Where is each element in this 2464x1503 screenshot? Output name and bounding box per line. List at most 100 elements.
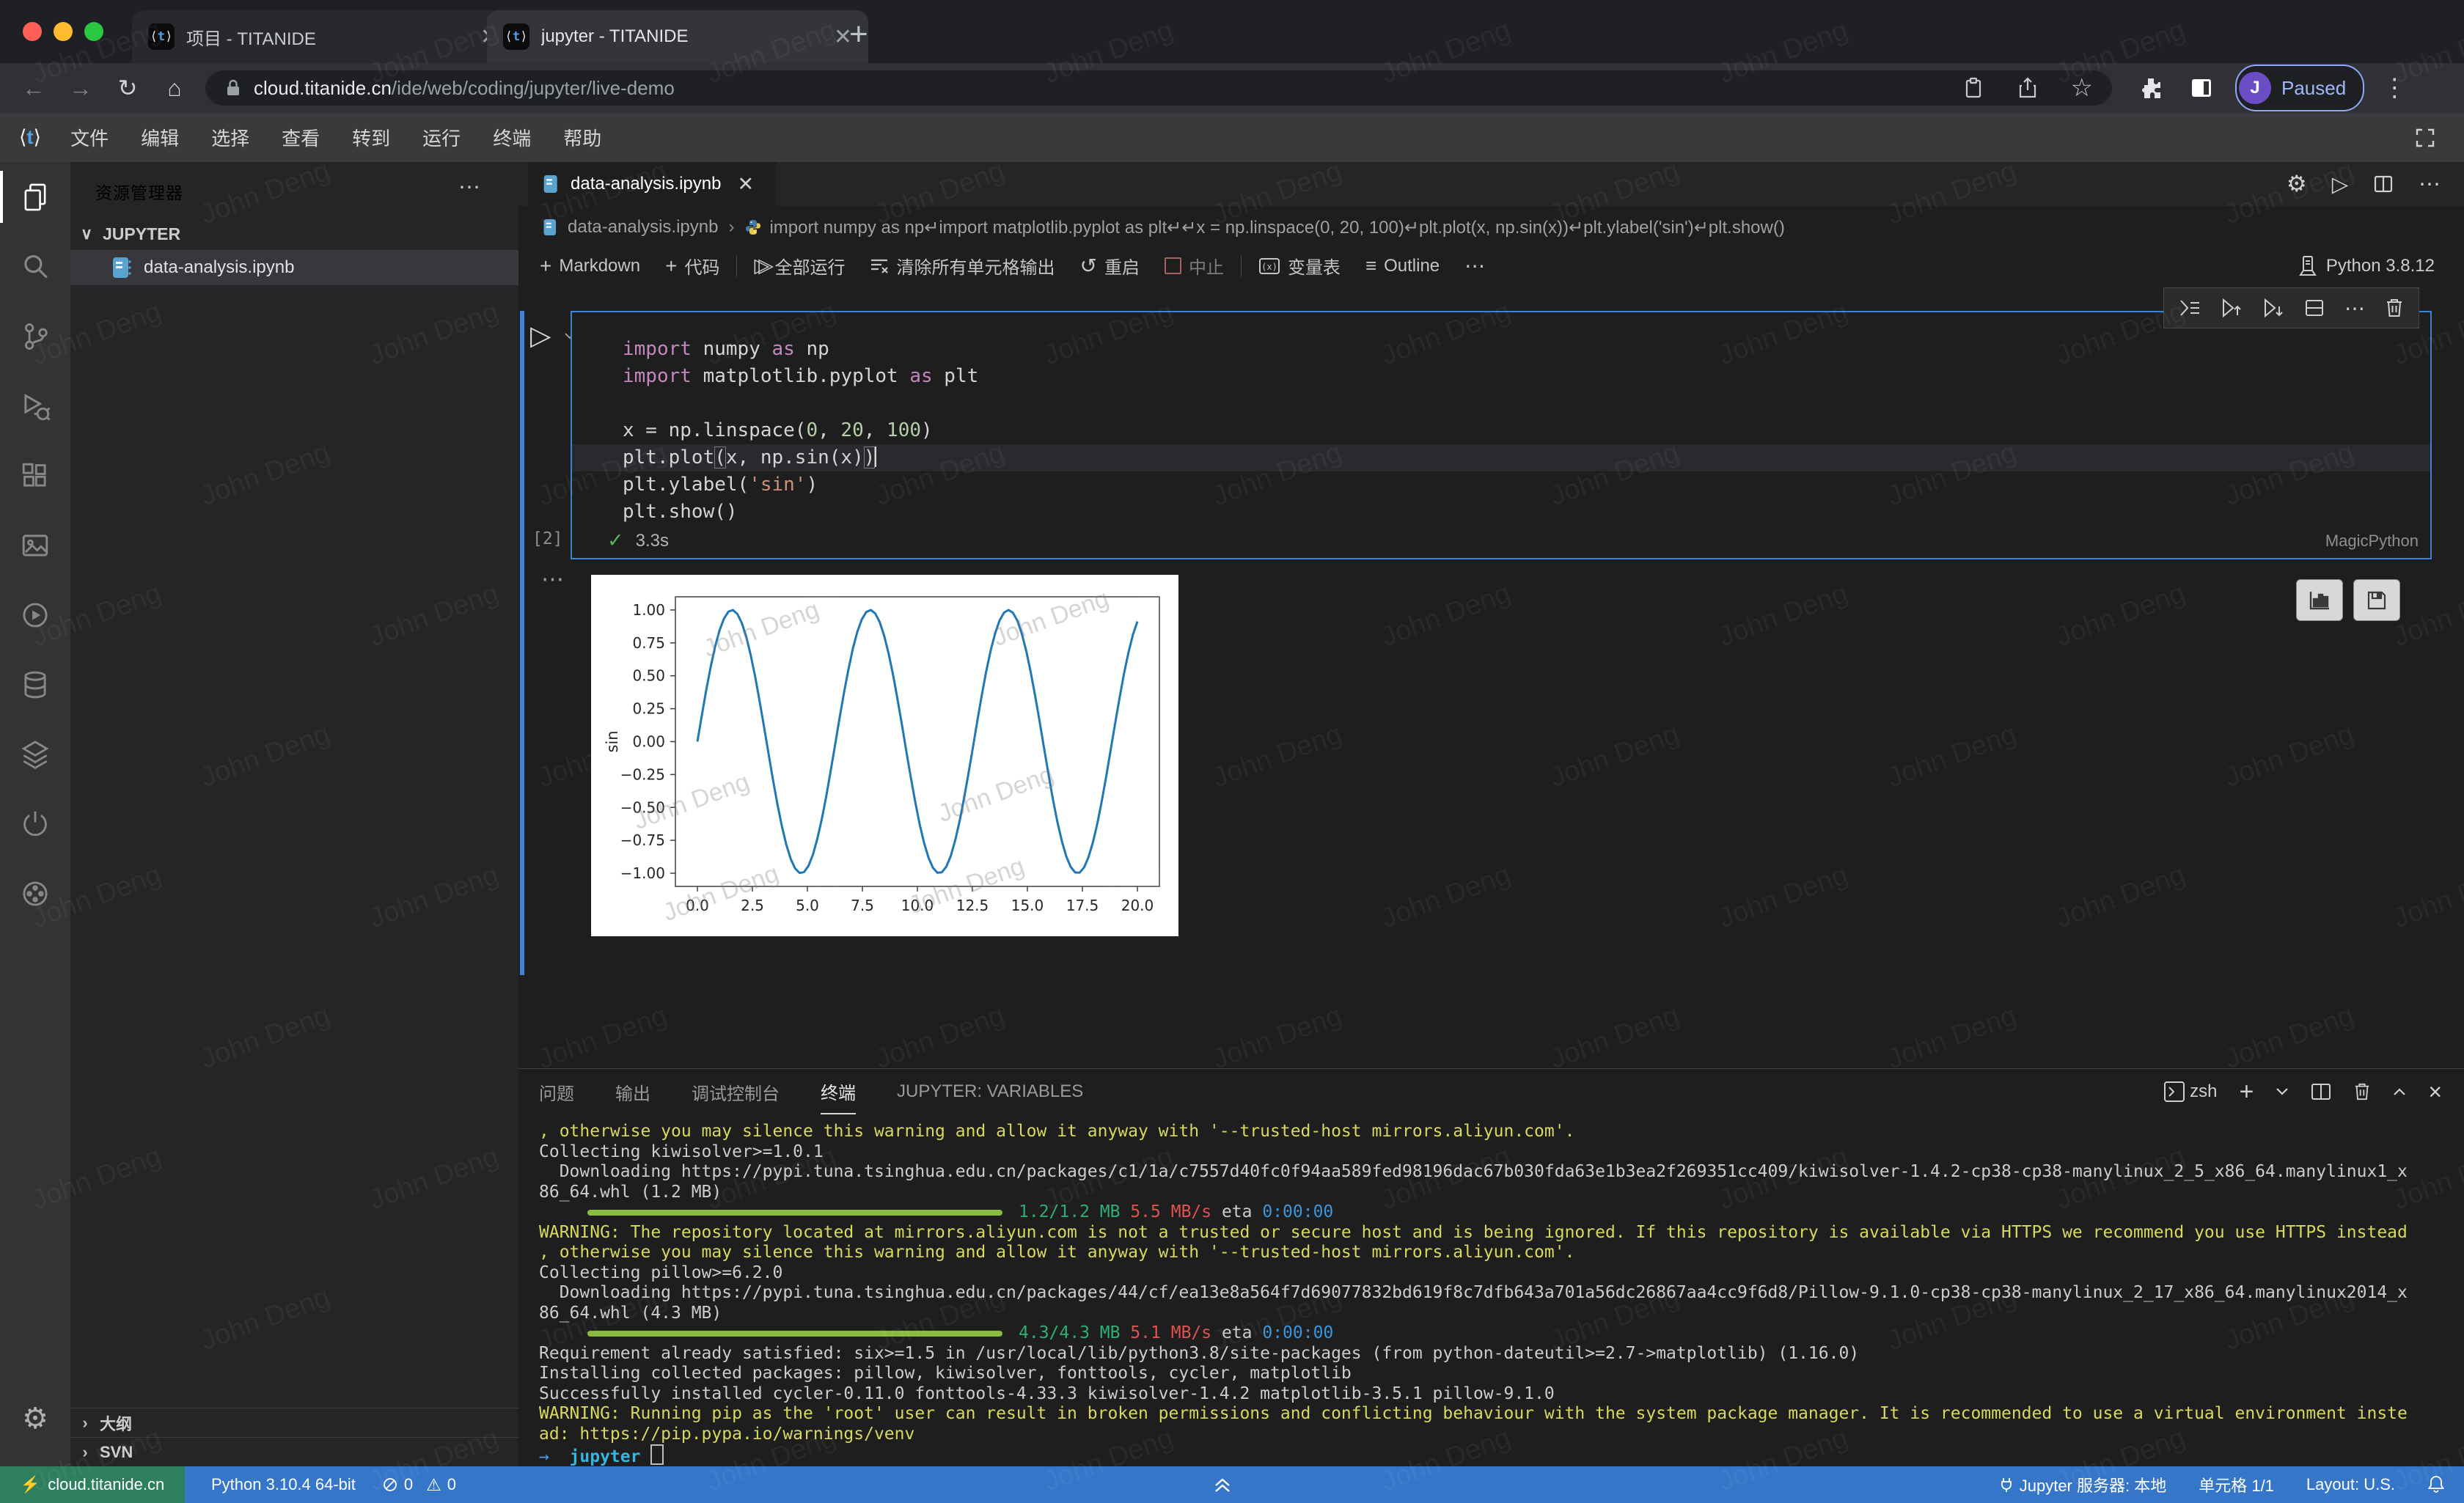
browser-tab-project[interactable]: ⟨t⟩ 项目 - TITANIDE ✕	[132, 10, 515, 63]
add-markdown-button[interactable]: +Markdown	[527, 254, 653, 278]
side-panel-icon[interactable]	[2188, 75, 2215, 101]
run-cell-button[interactable]: ▷	[530, 320, 551, 351]
editor-tab-notebook[interactable]: data-analysis.ipynb ✕	[528, 162, 776, 206]
cell-language-label[interactable]: MagicPython	[2325, 532, 2419, 551]
code-cell[interactable]: import numpy as npimport matplotlib.pypl…	[571, 311, 2432, 559]
cell-position-status[interactable]: 单元格 1/1	[2199, 1473, 2274, 1496]
split-cell-icon[interactable]	[2304, 298, 2325, 317]
run-circle-icon[interactable]	[0, 580, 70, 650]
source-control-icon[interactable]	[0, 301, 70, 371]
forward-icon[interactable]: →	[57, 75, 104, 102]
toolbar-more-icon[interactable]: ⋯	[1452, 254, 1497, 278]
kernel-picker[interactable]: Python 3.8.12	[2298, 249, 2435, 283]
database-icon[interactable]	[0, 650, 70, 719]
delete-cell-icon[interactable]	[2385, 298, 2404, 318]
file-item-notebook[interactable]: data-analysis.ipynb	[70, 250, 518, 285]
add-code-button[interactable]: +代码	[653, 253, 732, 279]
more-actions-icon[interactable]: ⋯	[2419, 172, 2441, 197]
terminal-output[interactable]: , otherwise you may silence this warning…	[539, 1122, 2464, 1466]
restore-panel-chevrons[interactable]	[1211, 1466, 1233, 1503]
extensions-puzzle-icon[interactable]	[2138, 76, 2163, 100]
maximize-panel-icon[interactable]	[2393, 1087, 2406, 1096]
menu-item[interactable]: 帮助	[547, 124, 617, 151]
reload-icon[interactable]: ↻	[104, 74, 151, 102]
output-more-icon[interactable]: ⋯	[541, 566, 565, 592]
keyboard-layout-status[interactable]: Layout: U.S.	[2306, 1475, 2395, 1494]
layers-icon[interactable]	[0, 719, 70, 789]
clipboard-icon[interactable]	[1962, 76, 1984, 100]
split-terminal-icon[interactable]	[2311, 1082, 2331, 1101]
bookmark-star-icon[interactable]: ☆	[2071, 73, 2093, 103]
outline-button[interactable]: ≡Outline	[1353, 254, 1452, 277]
media-preview-icon[interactable]	[0, 510, 70, 580]
panel-tab[interactable]: 输出	[615, 1069, 650, 1114]
power-icon[interactable]	[0, 789, 70, 859]
split-editor-icon[interactable]	[2373, 174, 2394, 194]
remote-indicator[interactable]: ⚡ cloud.titanide.cn	[0, 1466, 185, 1503]
close-panel-icon[interactable]: ×	[2428, 1078, 2442, 1106]
new-tab-button[interactable]: +	[849, 16, 868, 53]
window-zoom-button[interactable]	[84, 22, 103, 41]
restart-button[interactable]: ↺重启	[1067, 253, 1151, 279]
kill-terminal-icon[interactable]	[2353, 1082, 2371, 1101]
terminal-dropdown-chevron-icon[interactable]	[2276, 1087, 2289, 1096]
url-path: /ide/web/coding/jupyter/live-demo	[392, 77, 675, 100]
menu-item[interactable]: 查看	[265, 124, 336, 151]
menu-item[interactable]: 文件	[54, 124, 125, 151]
panel-tab[interactable]: 调试控制台	[692, 1069, 780, 1114]
explorer-icon[interactable]	[0, 162, 70, 232]
new-terminal-icon[interactable]: +	[2239, 1078, 2254, 1106]
breadcrumb[interactable]: data-analysis.ipynb › import numpy as np…	[518, 206, 2464, 249]
menu-item[interactable]: 运行	[406, 124, 477, 151]
outline-section[interactable]: › 大纲	[70, 1408, 518, 1438]
panel-tab[interactable]: JUPYTER: VARIABLES	[897, 1069, 1083, 1114]
panel-tab[interactable]: 终端	[821, 1069, 856, 1114]
variables-button[interactable]: (x) 变量表	[1246, 253, 1353, 279]
profile-chip[interactable]: J Paused	[2235, 65, 2364, 111]
run-debug-icon[interactable]	[0, 371, 70, 441]
share-icon[interactable]	[2017, 76, 2039, 100]
window-minimize-button[interactable]	[54, 22, 73, 41]
address-bar[interactable]: cloud.titanide.cn/ide/web/coding/jupyter…	[205, 70, 2112, 106]
save-plot-button[interactable]	[2353, 579, 2400, 621]
browser-tab-jupyter[interactable]: ⟨t⟩ jupyter - TITANIDE ✕	[487, 10, 868, 63]
clear-outputs-button[interactable]: 清除所有单元格输出	[857, 253, 1067, 279]
menu-item[interactable]: 转到	[336, 124, 406, 151]
window-close-button[interactable]	[23, 22, 42, 41]
menu-item[interactable]: 终端	[477, 124, 547, 151]
notebook-settings-gear-icon[interactable]: ⚙	[2287, 171, 2307, 197]
menu-item[interactable]: 编辑	[125, 124, 195, 151]
code-editor[interactable]: import numpy as npimport matplotlib.pypl…	[572, 336, 2430, 526]
run-editor-icon[interactable]: ▷	[2332, 172, 2348, 197]
python-interpreter-status[interactable]: Python 3.10.4 64-bit	[211, 1475, 356, 1494]
hub-icon[interactable]	[0, 859, 70, 928]
close-editor-tab-icon[interactable]: ✕	[737, 173, 754, 196]
breadcrumb-file[interactable]: data-analysis.ipynb	[568, 217, 718, 238]
execute-cell-icon[interactable]	[2179, 298, 2201, 317]
activity-bar: ⚙	[0, 162, 70, 1466]
terminal-line: Collecting pillow>=6.2.0	[539, 1263, 2464, 1284]
menu-item[interactable]: 选择	[195, 124, 265, 151]
problems-status[interactable]: 0 ⚠ 0	[382, 1475, 456, 1495]
run-all-button[interactable]: ▷▷ 全部运行	[741, 253, 857, 279]
interrupt-button[interactable]: 中止	[1152, 253, 1236, 279]
panel-tab[interactable]: 问题	[539, 1069, 574, 1114]
explorer-section-jupyter[interactable]: ∨ JUPYTER	[70, 218, 518, 250]
extensions-icon[interactable]	[0, 441, 70, 510]
cell-more-icon[interactable]: ⋯	[2344, 296, 2365, 320]
home-icon[interactable]: ⌂	[151, 75, 198, 102]
breadcrumb-code-preview[interactable]: import numpy as np↵import matplotlib.pyp…	[769, 217, 1784, 238]
settings-gear-icon[interactable]: ⚙	[0, 1393, 70, 1444]
explorer-more-icon[interactable]: ⋯	[458, 174, 480, 200]
run-below-icon[interactable]	[2262, 298, 2284, 318]
svn-section[interactable]: › SVN	[70, 1437, 518, 1467]
terminal-shell-selector[interactable]: zsh	[2163, 1081, 2217, 1103]
expand-icon[interactable]	[2414, 127, 2436, 149]
jupyter-server-status[interactable]: Jupyter 服务器: 本地	[1999, 1473, 2166, 1496]
notifications-bell-icon[interactable]	[2427, 1475, 2445, 1494]
back-icon[interactable]: ←	[10, 75, 57, 102]
browser-menu-icon[interactable]: ⋮	[2382, 73, 2407, 103]
run-above-icon[interactable]	[2221, 298, 2243, 318]
open-plot-viewer-button[interactable]	[2296, 579, 2343, 621]
search-icon[interactable]	[0, 232, 70, 301]
